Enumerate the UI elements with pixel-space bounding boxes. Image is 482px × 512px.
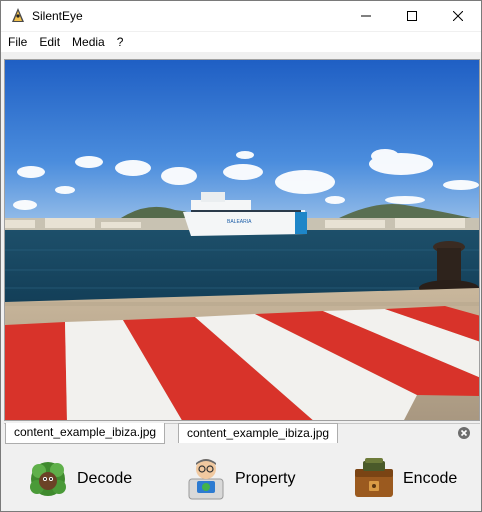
close-button[interactable] <box>435 1 481 31</box>
tab-content-1[interactable]: content_example_ibiza.jpg <box>5 423 166 444</box>
menu-divider <box>1 52 481 53</box>
property-icon <box>183 455 229 504</box>
menu-bar: File Edit Media ? <box>1 32 481 52</box>
property-button[interactable]: Property <box>183 453 295 505</box>
media-tabs: content_example_ibiza.jpg content_exampl… <box>1 421 481 445</box>
media-preview[interactable]: BALEARIA <box>4 59 480 421</box>
close-icon <box>453 11 463 21</box>
encode-icon <box>351 455 397 504</box>
encode-button[interactable]: Encode <box>351 453 457 505</box>
minimize-button[interactable] <box>343 1 389 31</box>
menu-help[interactable]: ? <box>111 32 130 52</box>
ibiza-harbour-photo: BALEARIA <box>5 60 479 420</box>
minimize-icon <box>361 15 371 17</box>
close-tab-icon[interactable] <box>457 426 471 440</box>
title-bar: SilentEye <box>1 1 481 31</box>
silenteye-app-icon <box>9 7 27 25</box>
property-label: Property <box>235 470 296 487</box>
encode-label: Encode <box>403 470 458 487</box>
decode-label: Decode <box>77 470 133 487</box>
menu-media[interactable]: Media <box>66 32 111 52</box>
action-bar: Decode Property Encode <box>1 447 481 511</box>
decode-icon <box>25 455 71 504</box>
menu-file[interactable]: File <box>1 32 33 52</box>
tab-content-2[interactable]: content_example_ibiza.jpg <box>178 423 339 443</box>
app-window: SilentEye File Edit Media ? BALEARIA con… <box>0 0 482 512</box>
maximize-icon <box>407 11 417 21</box>
decode-button[interactable]: Decode <box>25 453 132 505</box>
maximize-button[interactable] <box>389 1 435 31</box>
ship-name: BALEARIA <box>227 219 252 225</box>
menu-edit[interactable]: Edit <box>33 32 66 52</box>
window-title: SilentEye <box>32 9 83 23</box>
